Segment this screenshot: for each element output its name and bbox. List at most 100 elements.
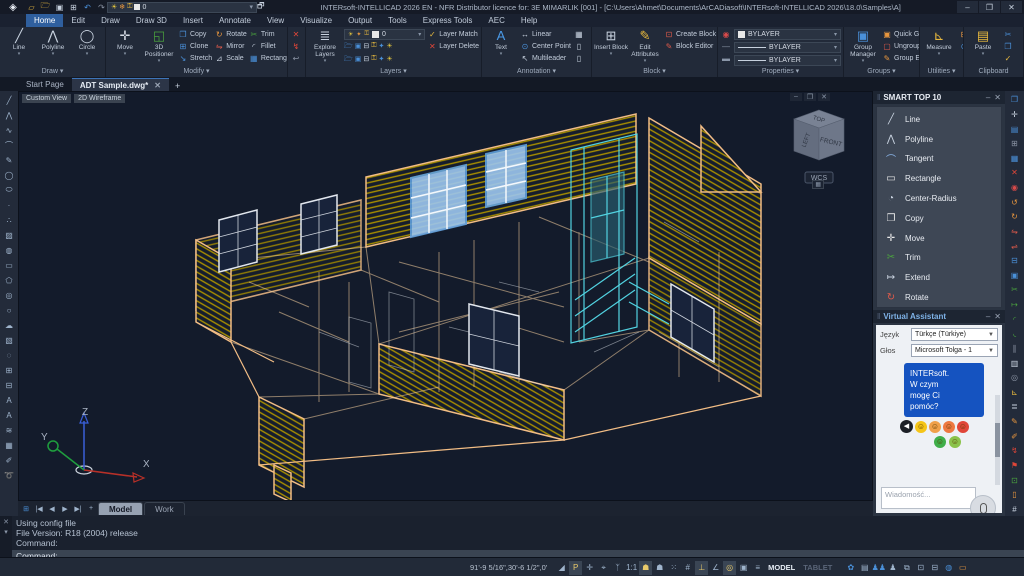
cell-icon[interactable]: ⊡ [1007,473,1022,487]
person-icon[interactable]: ♟ [886,561,899,575]
tablet-button[interactable]: TABLET [799,563,836,572]
rectangular-array-button[interactable]: ▦Rectangular Array [249,52,288,64]
explore-layers-button[interactable]: ≣Explore Layers▾ [308,28,342,67]
close-button[interactable]: ✕ [1001,1,1022,13]
layer-match-button[interactable]: ✓Layer Match [427,28,479,40]
erase-icon[interactable]: ✕ [1007,166,1022,180]
polyline-button[interactable]: ⋀Polyline▾ [36,28,70,67]
feedback-emoji-icon[interactable]: ☺ [929,421,941,433]
helix-icon[interactable]: ➰ [2,468,16,482]
sheet-tab-model[interactable]: Model [98,502,143,515]
redline-icon[interactable]: ↯ [1007,444,1022,458]
paste-button[interactable]: ▤Paste▾ [966,28,1000,67]
insert-block-button[interactable]: ⊞Insert Block▾ [594,28,628,67]
wipeout-icon[interactable]: ▧ [2,333,16,347]
boundary-icon[interactable]: ◌ [2,348,16,362]
colorwheel-icon[interactable]: ◉ [1007,181,1022,195]
xref-icon[interactable]: ⊟ [2,378,16,392]
lineweight-select[interactable]: BYLAYER▾ [734,55,841,66]
grid-icon[interactable]: # [1007,503,1022,517]
voice-select[interactable]: Microsoft Tolga - 1▼ [911,344,998,357]
add-sheet-button[interactable]: + [85,505,97,512]
multiline-icon[interactable]: ≋ [2,423,16,437]
drawing-viewport[interactable]: Custom View2D Wireframe –❐✕ [18,91,873,501]
stretch-button[interactable]: ↘Stretch [178,52,212,64]
back-icon[interactable]: ↩ [290,53,302,64]
text-button[interactable]: AText▾ [484,28,518,67]
copy-icon[interactable]: ❐ [1007,93,1022,107]
layer-select[interactable]: ☀✦⚿0▾ [344,29,425,40]
link-icon[interactable]: ⊞ [1007,137,1022,151]
linear-button[interactable]: ↔Linear [520,28,571,40]
layer-tool-icon[interactable]: ▣ [355,42,362,53]
esnap-icon[interactable]: ◎ [723,561,736,575]
message-input[interactable]: Wiadomość... [881,487,976,509]
ucs-button[interactable]: ▦ [812,180,824,189]
layer-tool-icon[interactable]: 🗁 [344,55,353,66]
point-icon[interactable]: · [2,198,16,212]
layer-delete-button[interactable]: ✕Layer Delete [427,40,479,52]
next-tab-button[interactable]: ▶ [59,505,71,513]
doc-tab-start-page[interactable]: Start Page [18,78,72,91]
ortho-icon[interactable]: ⊥ [695,561,708,575]
align-icon[interactable]: ⇌ [1007,239,1022,253]
menu-tab-view[interactable]: View [259,14,292,27]
circle-button[interactable]: ◯Circle▾ [70,28,104,67]
lwt-icon[interactable]: ≡ [751,561,764,575]
mtext-icon[interactable]: A [2,408,16,422]
fillet-button[interactable]: ◜Fillet [249,40,288,52]
scale-1-1-icon[interactable]: 1:1 [625,561,638,575]
smart-item-move[interactable]: ✛Move [883,229,1001,248]
feedback-emoji-icon[interactable]: ☺ [949,436,961,448]
sheet-icon[interactable]: ▯ [1007,488,1022,502]
undo-icon[interactable]: ↶ [82,3,93,12]
layer-tool-icon[interactable]: ⚿ [371,55,376,66]
lweight-icon[interactable]: ▬ [720,53,732,64]
smart-item-trim[interactable]: ✂Trim [883,249,1001,268]
save-icon[interactable]: ▣ [54,3,65,12]
matchprop-icon[interactable]: ✓ [1002,53,1014,64]
mdi-minimize-button[interactable]: – [790,93,802,101]
arc-icon[interactable]: ⌒ [2,138,16,152]
p-box-icon[interactable]: P [569,561,582,575]
user-a-icon[interactable]: ☗ [639,561,652,575]
grid-icon[interactable]: # [681,561,694,575]
pages-icon[interactable]: ▯ [573,53,585,64]
open-file-icon[interactable]: 🗁 [40,0,51,14]
layer-tool-icon[interactable]: ▣ [355,55,362,66]
panel-close-icon[interactable]: ✕ [994,312,1001,321]
smart-item-rectangle[interactable]: ▭Rectangle [883,169,1001,188]
layer-tool-icon[interactable]: 🗁 [344,42,353,53]
selection-icon[interactable]: ⌖ [597,561,610,575]
freehand-icon[interactable]: ✎ [2,153,16,167]
smart-item-center-radius[interactable]: ◔Center-Radius [883,189,1001,208]
ellipse-icon[interactable]: ⬭ [2,183,16,197]
menu-tab-aec[interactable]: AEC [480,14,512,27]
close-icon[interactable]: ✕ [3,518,9,526]
text-icon[interactable]: A [2,393,16,407]
rectangle-icon[interactable]: ▭ [2,258,16,272]
clone-button[interactable]: ⊞Clone [178,40,212,52]
table-icon[interactable]: ▦ [2,438,16,452]
scale-button[interactable]: ⊿Scale [214,52,247,64]
array-icon[interactable]: ▦ [1007,152,1022,166]
feedback-emoji-icon[interactable]: ☺ [943,421,955,433]
layer-tool-icon[interactable]: ⚿ [371,42,376,53]
layer-icon[interactable]: ≣ [1007,400,1022,414]
menu-tab-insert[interactable]: Insert [175,14,211,27]
mark-icon[interactable]: ↯ [290,41,302,52]
new-tab-button[interactable]: + [169,81,186,91]
monitor-icon[interactable]: ⊡ [914,561,927,575]
assistant-panel-titlebar[interactable]: ‖ Virtual Assistant – ✕ [873,310,1005,323]
revcloud-icon[interactable]: ☁ [2,318,16,332]
measure-icon[interactable]: ⊾ [1007,386,1022,400]
cut-icon[interactable]: ✂ [1002,29,1014,40]
panel-minimize-icon[interactable]: – [986,312,990,321]
colorwheel-icon[interactable]: ◉ [720,29,732,40]
copy-button[interactable]: ❐Copy [178,28,212,40]
quick-layer-dropdown[interactable]: ☀ ❄ ⚿ 0 ▾ [107,2,257,13]
etrack-icon[interactable]: ▣ [737,561,750,575]
layer-previous-icon[interactable]: 🗗 [257,0,265,14]
donut-icon[interactable]: ◎ [2,288,16,302]
viewport-2d-wireframe-button[interactable]: 2D Wireframe [74,94,125,103]
